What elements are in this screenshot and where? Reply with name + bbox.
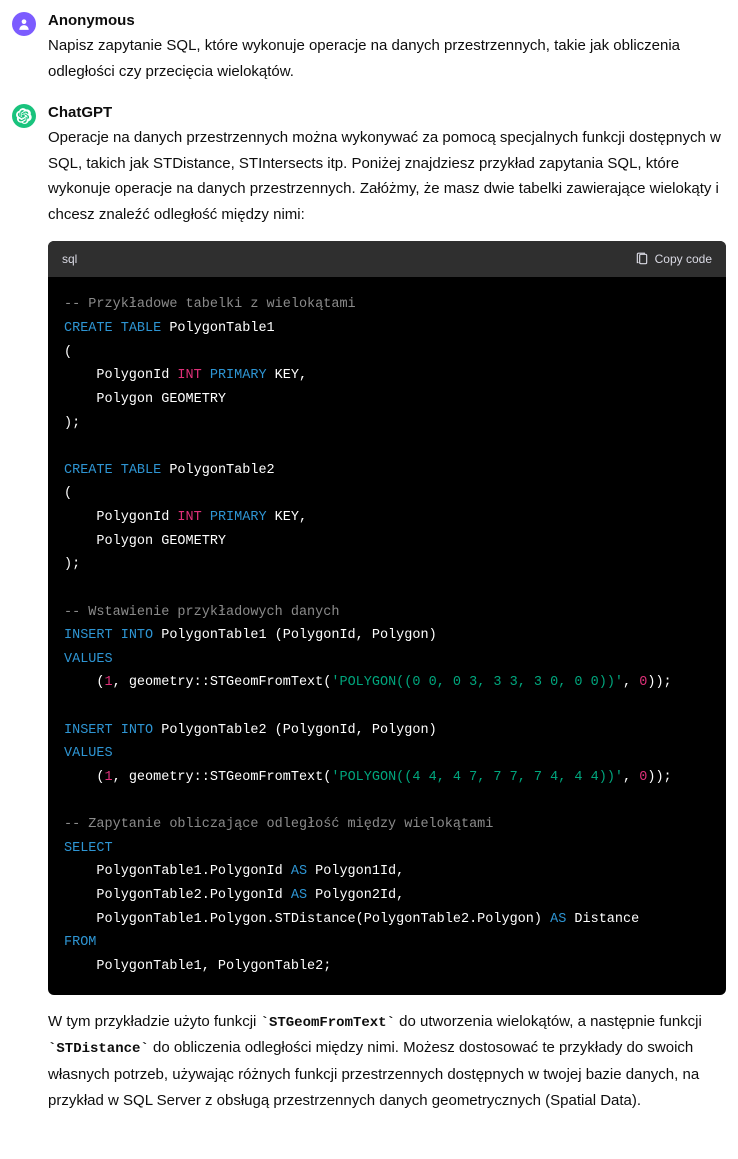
user-content: Anonymous Napisz zapytanie SQL, które wy…	[48, 12, 726, 84]
copy-code-label: Copy code	[655, 252, 712, 266]
person-icon	[17, 17, 31, 31]
user-text: Napisz zapytanie SQL, które wykonuje ope…	[48, 33, 726, 84]
code-content: -- Przykładowe tabelki z wielokątami CRE…	[64, 293, 710, 978]
code-header: sql Copy code	[48, 241, 726, 277]
assistant-text: Operacje na danych przestrzennych można …	[48, 125, 726, 1113]
assistant-content: ChatGPT Operacje na danych przestrzennyc…	[48, 104, 726, 1127]
code-body: -- Przykładowe tabelki z wielokątami CRE…	[48, 277, 726, 994]
code-block: sql Copy code -- Przykładowe tabelki z w…	[48, 241, 726, 995]
assistant-avatar	[12, 104, 36, 128]
inline-code-stgeom: `STGeomFromText`	[261, 1015, 395, 1031]
openai-icon	[16, 108, 32, 124]
assistant-author: ChatGPT	[48, 104, 726, 121]
user-message: Anonymous Napisz zapytanie SQL, które wy…	[12, 12, 726, 84]
clipboard-icon	[635, 252, 649, 266]
assistant-message: ChatGPT Operacje na danych przestrzennyc…	[12, 104, 726, 1127]
user-avatar	[12, 12, 36, 36]
copy-code-button[interactable]: Copy code	[635, 252, 712, 266]
assistant-outro: W tym przykładzie użyto funkcji `STGeomF…	[48, 1009, 726, 1114]
assistant-intro: Operacje na danych przestrzennych można …	[48, 125, 726, 227]
inline-code-stdistance: `STDistance`	[48, 1041, 149, 1057]
user-author: Anonymous	[48, 12, 726, 29]
code-lang: sql	[62, 249, 77, 269]
